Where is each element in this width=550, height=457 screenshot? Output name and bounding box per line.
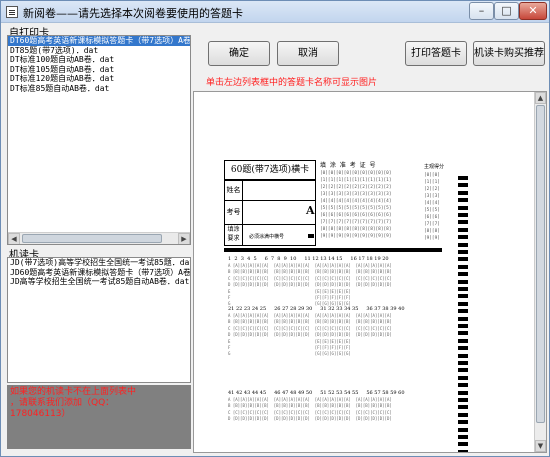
timing-mark <box>458 272 468 277</box>
self-print-listbox[interactable]: DT60题高考英语新课标模拟答题卡（带7选项）A卷．datDT85题(带7选项)… <box>7 35 191 245</box>
self-print-item[interactable]: DT标准100题自动AB卷．dat <box>8 55 190 65</box>
title-bar: 新阅卷——请先选择本次阅卷要使用的答题卡 – □ ✕ <box>1 1 549 23</box>
version-mark: A <box>306 204 315 217</box>
self-print-hscroll[interactable]: ◀ ▶ <box>8 232 190 244</box>
notice-line-3: 178046113） <box>10 409 71 419</box>
name-label: 姓名 <box>225 181 243 200</box>
timing-mark <box>458 242 468 247</box>
timing-mark <box>458 264 468 269</box>
timing-mark <box>458 324 468 328</box>
section1-grid: A [A][A][A][A][A] [A][A][A][A][A] [A][A]… <box>228 263 392 307</box>
scroll-left-icon[interactable]: ◀ <box>8 233 20 244</box>
print-card-button[interactable]: 打印答题卡 <box>405 41 467 66</box>
maximize-button[interactable]: □ <box>494 2 519 20</box>
timing-mark <box>458 183 468 188</box>
hint-text: 单击左边列表框中的答题卡名称可显示图片 <box>206 78 378 88</box>
buy-recommend-button[interactable]: 机读卡购买推荐 <box>473 41 545 66</box>
notice-box: 如果您的机读卡不在上面列表中 ，请联系我们添加（QQ： 178046113） <box>7 385 191 449</box>
self-print-item[interactable]: DT标准120题自动AB卷．dat <box>8 74 190 84</box>
timing-mark <box>458 301 468 306</box>
timing-mark <box>458 190 468 195</box>
cancel-button[interactable]: 取消 <box>277 41 339 66</box>
section2-grid: A [A][A][A][A][A] [A][A][A][A][A] [A][A]… <box>228 313 392 357</box>
timing-mark <box>458 435 468 439</box>
self-print-item[interactable]: DT85题(带7选项)．dat <box>8 46 190 56</box>
timing-mark <box>458 427 468 432</box>
timing-mark <box>458 383 468 388</box>
timing-mark <box>458 294 468 299</box>
answer-sheet: 60题(带7选项)横卡 姓名 考号 填涂要求 必须涂满中横号 A 填 涂 准 考… <box>224 160 470 452</box>
card-preview: 60题(带7选项)横卡 姓名 考号 填涂要求 必须涂满中横号 A 填 涂 准 考… <box>193 91 547 453</box>
timing-mark <box>458 309 468 314</box>
timing-mark <box>458 346 468 351</box>
timing-mark <box>458 420 468 425</box>
preview-vscroll[interactable]: ▲ ▼ <box>534 92 546 452</box>
self-print-item[interactable]: DT60题高考英语新课标模拟答题卡（带7选项）A卷．dat <box>8 36 190 46</box>
scroll-down-icon[interactable]: ▼ <box>535 440 546 452</box>
confirm-button[interactable]: 确定 <box>208 41 270 66</box>
timing-mark <box>458 213 468 217</box>
notice-line-1: 如果您的机读卡不在上面列表中 <box>10 387 137 397</box>
mark-bar <box>308 234 314 238</box>
exam-no-row: 考号 <box>225 201 315 225</box>
name-row: 姓名 <box>225 181 315 201</box>
self-print-item[interactable]: DT标准85题自动AB卷．dat <box>8 84 190 94</box>
fill-row: 填涂要求 必须涂满中横号 <box>225 225 315 245</box>
section2-numbers: 21 22 23 24 25 26 27 28 29 30 31 32 33 3… <box>228 306 405 312</box>
notice-line-2: ，请联系我们添加（QQ： <box>10 398 115 408</box>
timing-mark <box>458 338 468 343</box>
timing-mark <box>458 442 468 447</box>
main-window: 新阅卷——请先选择本次阅卷要使用的答题卡 – □ ✕ 自打印卡 DT60题高考英… <box>0 0 550 457</box>
timing-mark <box>458 235 468 240</box>
timing-mark <box>458 316 468 321</box>
timing-mark <box>458 449 468 452</box>
timing-mark <box>458 390 468 395</box>
timing-mark <box>458 220 468 225</box>
timing-mark <box>458 198 468 203</box>
fill-label: 填涂要求 <box>225 225 243 245</box>
window-title: 新阅卷——请先选择本次阅卷要使用的答题卡 <box>23 7 243 20</box>
exam-no-label: 考号 <box>225 201 243 224</box>
info-box: 姓名 考号 填涂要求 必须涂满中横号 <box>224 180 316 246</box>
timing-mark <box>458 398 468 402</box>
app-icon <box>6 6 18 18</box>
timing-mark <box>458 361 468 365</box>
subject-grid: [0][0] [1][1] [2][2] [3][3] [4][4] [5][5… <box>424 173 440 241</box>
timing-mark <box>458 176 468 180</box>
timing-mark <box>458 368 468 373</box>
timing-mark <box>458 412 468 417</box>
timing-mark <box>458 205 468 210</box>
section3-grid: A [A][A][A][A][A] [A][A][A][A][A] [A][A]… <box>228 397 392 422</box>
preview-scroll-thumb[interactable] <box>536 105 545 423</box>
ticket-title: 填 涂 准 考 证 号 <box>320 162 377 169</box>
section1-numbers: 1 2 3 4 5 6 7 8 9 10 11 12 13 14 15 16 1… <box>228 256 389 262</box>
minimize-button[interactable]: – <box>469 2 494 20</box>
reader-card-item[interactable]: JD高等学校招生全国统一考试85题自动AB卷．dat <box>8 277 190 287</box>
section3-numbers: 41 42 43 44 45 46 47 48 49 50 51 52 53 5… <box>228 390 405 396</box>
timing-mark <box>458 331 468 336</box>
timing-mark <box>458 405 468 410</box>
sheet-title: 60题(带7选项)横卡 <box>224 160 316 180</box>
self-print-item[interactable]: DT标准105题自动AB卷．dat <box>8 65 190 75</box>
separator-bar <box>224 248 442 252</box>
ticket-grid: [0][0][0][0][0][0][0][0][0] [1][1][1][1]… <box>320 171 392 239</box>
timing-mark <box>458 375 468 380</box>
close-button[interactable]: ✕ <box>519 2 547 20</box>
reader-card-item[interactable]: JD(带7选项)高等学校招生全国统一考试85题．dat <box>8 258 190 268</box>
timing-mark <box>458 227 468 232</box>
scroll-right-icon[interactable]: ▶ <box>178 233 190 244</box>
scroll-up-icon[interactable]: ▲ <box>535 92 546 104</box>
reader-card-listbox[interactable]: JD(带7选项)高等学校招生全国统一考试85题．dat JD60题高考英语新课标模… <box>7 257 191 383</box>
left-pane: 自打印卡 DT60题高考英语新课标模拟答题卡（带7选项）A卷．datDT85题(… <box>5 25 191 450</box>
timing-mark <box>458 353 468 358</box>
timing-mark <box>458 279 468 284</box>
timing-mark <box>458 287 468 291</box>
reader-card-item[interactable]: JD60题高考英语新课标模拟答题卡（带7选项）A卷．dat <box>8 268 190 278</box>
fill-note: 必须涂满中横号 <box>249 234 285 240</box>
timing-mark <box>458 257 468 262</box>
scroll-thumb[interactable] <box>22 234 162 243</box>
timing-mark <box>458 250 468 254</box>
subject-title: 主观得分 <box>424 164 445 170</box>
